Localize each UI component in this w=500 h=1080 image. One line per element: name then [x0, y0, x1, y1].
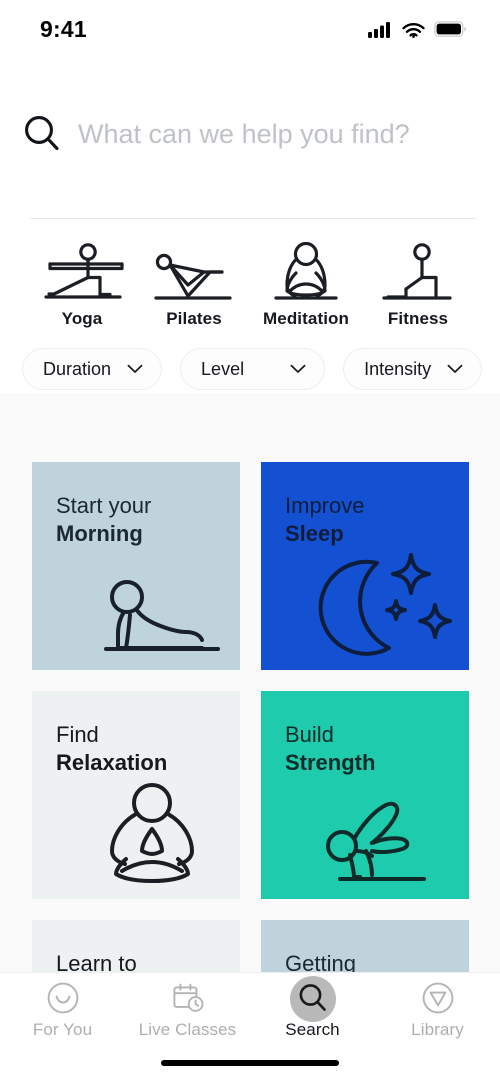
cellular-signal-icon — [368, 21, 390, 38]
search-header: Yoga Pilates — [0, 58, 500, 442]
card-title-line1: Getting — [285, 951, 356, 972]
search-bar[interactable] — [0, 103, 500, 165]
triangle-circle-icon — [421, 980, 455, 1016]
category-pilates[interactable]: Pilates — [138, 240, 250, 329]
tab-label: Live Classes — [138, 1020, 237, 1039]
chevron-down-icon — [290, 364, 306, 373]
collection-card-relaxation[interactable]: Find Relaxation — [32, 691, 240, 899]
status-bar: 9:41 — [0, 0, 500, 58]
card-title-line2: Sleep — [285, 521, 344, 547]
tab-label: For You — [32, 1020, 93, 1039]
wifi-icon — [402, 22, 425, 38]
filter-chip-label: Level — [201, 358, 245, 379]
filter-chip-label: Duration — [43, 358, 112, 379]
collection-card-morning[interactable]: Start your Morning — [32, 462, 240, 670]
collection-card-meditate[interactable]: Learn to Meditate — [32, 920, 240, 972]
tab-search[interactable]: Search — [250, 976, 375, 1040]
moon-stars-icon — [307, 547, 457, 662]
card-title: Getting Started — [285, 950, 361, 972]
category-label: Yoga — [61, 309, 103, 328]
category-label: Pilates — [166, 309, 222, 328]
tab-for-you[interactable]: For You — [0, 980, 125, 1040]
status-time: 9:41 — [40, 15, 87, 42]
category-label: Fitness — [387, 309, 449, 328]
chevron-down-icon — [447, 364, 463, 373]
card-title: Start your Morning — [56, 492, 151, 548]
card-title-line2: Relaxation — [56, 750, 168, 776]
home-indicator — [161, 1060, 339, 1066]
search-divider — [30, 218, 476, 219]
phone-screen: 9:41 What can we help you find? Yoga Pil… — [0, 0, 500, 1080]
yoga-warrior-pose-icon — [36, 240, 128, 302]
bottom-tab-bar: For You Live Classes Search Library — [0, 972, 500, 1080]
fitness-lunge-pose-icon — [372, 240, 464, 302]
card-title-line1: Find — [56, 722, 99, 747]
lotus-meditation-icon — [92, 781, 212, 891]
category-fitness[interactable]: Fitness — [362, 240, 474, 329]
card-title-line2: Morning — [56, 521, 143, 547]
card-title-line1: Start your — [56, 493, 152, 518]
search-icon — [25, 116, 59, 151]
filter-chip-label: Intensity — [364, 358, 432, 379]
tab-live-classes[interactable]: Live Classes — [125, 980, 250, 1040]
card-title: Find Relaxation — [56, 721, 167, 777]
card-title: Learn to Meditate — [56, 950, 145, 972]
filter-chip-level[interactable]: Level — [180, 348, 326, 390]
cobra-pose-icon — [92, 571, 232, 666]
battery-icon — [434, 21, 466, 37]
tab-list: For You Live Classes Search Library — [0, 973, 500, 1047]
tab-library[interactable]: Library — [375, 980, 500, 1040]
collection-card-sleep[interactable]: Improve Sleep — [261, 462, 469, 670]
pilates-reclining-pose-icon — [148, 240, 240, 302]
category-yoga[interactable]: Yoga — [26, 240, 138, 329]
tab-label: Search — [285, 1020, 340, 1039]
filter-chip-duration[interactable]: Duration — [22, 348, 163, 390]
tab-label: Library — [411, 1020, 464, 1039]
status-icons — [368, 21, 466, 38]
card-title-line1: Build — [285, 722, 334, 747]
card-title: Improve Sleep — [285, 492, 364, 548]
category-row: Yoga Pilates Meditation Fitness — [0, 233, 500, 329]
crow-pose-icon — [312, 783, 457, 893]
collection-card-getting-started[interactable]: Getting Started — [261, 920, 469, 972]
collection-grid: Start your Morning Improve Sleep Find Re… — [32, 462, 469, 972]
collection-card-strength[interactable]: Build Strength — [261, 691, 469, 899]
chevron-down-icon — [127, 364, 143, 373]
category-label: Meditation — [263, 309, 349, 328]
search-input[interactable] — [78, 118, 476, 150]
card-title-line1: Improve — [285, 493, 365, 518]
meditation-lotus-pose-icon — [260, 240, 352, 302]
smiley-face-icon — [46, 980, 80, 1016]
calendar-clock-icon — [171, 980, 205, 1016]
card-title-line2: Strength — [285, 750, 376, 776]
card-title-line1: Learn to — [56, 951, 137, 972]
category-meditation[interactable]: Meditation — [250, 240, 362, 329]
card-title: Build Strength — [285, 721, 375, 777]
filter-chip-row: Duration Level Intensity — [0, 346, 500, 392]
filter-chip-intensity[interactable]: Intensity — [343, 348, 483, 390]
results-scroll-area[interactable]: Start your Morning Improve Sleep Find Re… — [0, 393, 500, 972]
search-icon — [289, 976, 336, 1022]
